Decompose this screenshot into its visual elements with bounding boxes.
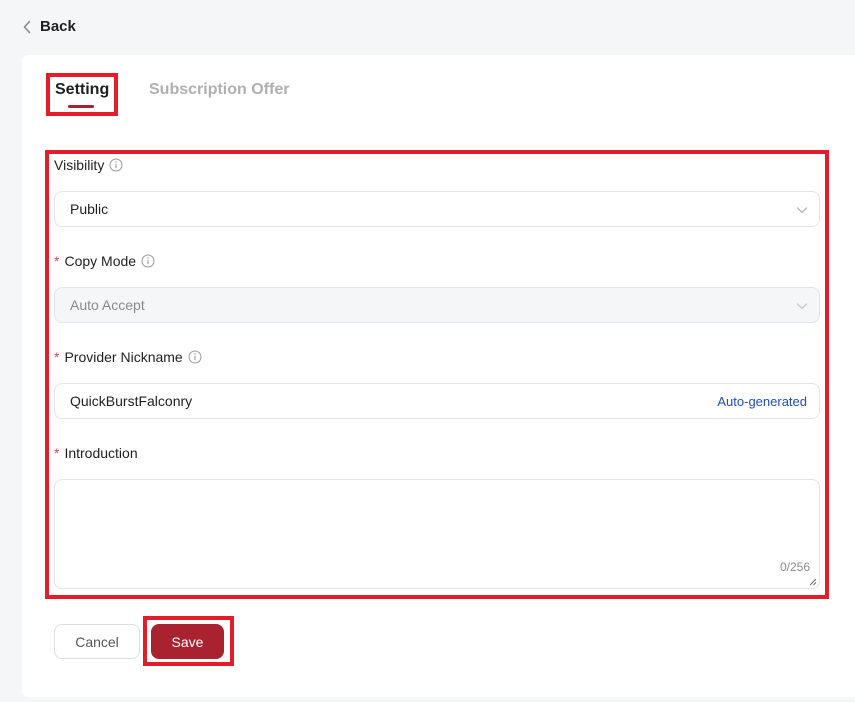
visibility-select[interactable]: Public xyxy=(54,191,820,227)
auto-generated-link[interactable]: Auto-generated xyxy=(717,394,807,409)
required-mark: * xyxy=(54,349,60,365)
back-label: Back xyxy=(40,18,76,35)
visibility-label-text: Visibility xyxy=(54,157,105,173)
chevron-left-icon xyxy=(22,19,34,35)
visibility-value: Public xyxy=(70,201,109,217)
info-icon[interactable] xyxy=(141,254,155,268)
chevron-down-icon xyxy=(796,303,808,310)
info-icon[interactable] xyxy=(109,158,123,172)
provider-nickname-label-text: Provider Nickname xyxy=(64,349,183,365)
visibility-label: Visibility xyxy=(54,157,123,173)
character-counter: 0/256 xyxy=(779,560,810,574)
copy-mode-label-text: Copy Mode xyxy=(64,253,137,269)
resize-handle-icon[interactable] xyxy=(809,578,817,586)
required-mark: * xyxy=(54,253,60,269)
copy-mode-select[interactable]: Auto Accept xyxy=(54,287,820,323)
copy-mode-label: * Copy Mode xyxy=(54,253,155,269)
tab-bar: Setting Subscription Offer xyxy=(22,55,855,125)
provider-nickname-value: QuickBurstFalconry xyxy=(70,393,193,409)
chevron-down-icon xyxy=(796,207,808,214)
tab-subscription-offer[interactable]: Subscription Offer xyxy=(149,81,289,99)
provider-nickname-input[interactable]: QuickBurstFalconry Auto-generated xyxy=(54,383,820,419)
active-tab-indicator xyxy=(68,105,94,108)
tab-setting[interactable]: Setting xyxy=(55,81,109,99)
introduction-label: * Introduction xyxy=(54,445,138,461)
top-bar: Back xyxy=(0,0,855,55)
settings-card: Setting Subscription Offer Visibility Pu… xyxy=(22,55,855,697)
info-icon[interactable] xyxy=(188,350,202,364)
introduction-textarea[interactable]: 0/256 xyxy=(54,479,820,589)
introduction-label-text: Introduction xyxy=(64,445,138,461)
back-button[interactable]: Back xyxy=(22,18,76,35)
provider-nickname-label: * Provider Nickname xyxy=(54,349,202,365)
copy-mode-value: Auto Accept xyxy=(70,297,145,313)
cancel-button[interactable]: Cancel xyxy=(54,624,140,659)
save-button[interactable]: Save xyxy=(151,624,224,659)
required-mark: * xyxy=(54,445,60,461)
